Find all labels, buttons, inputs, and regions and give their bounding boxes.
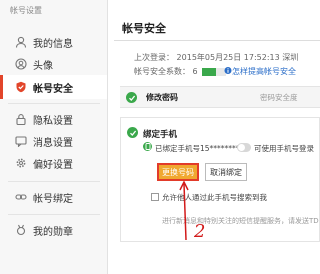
- sidebar-item-label: 消息设置: [33, 137, 73, 149]
- security-value: 6: [192, 67, 198, 76]
- medal-icon: [14, 224, 27, 237]
- sidebar: 帐号设置 我的信息 头像 帐号安全 隐私设置 消息设置 偏好设置 帐号绑定 我的…: [0, 0, 108, 274]
- allow-search-label: 允许他人通过此手机号搜索到我: [162, 193, 267, 202]
- main-panel: 帐号安全 上次登录： 2015年05月25日 17:52:13 深圳 帐号安全系…: [114, 0, 320, 274]
- sidebar-item-account-security[interactable]: 帐号安全: [0, 75, 107, 99]
- last-login-label: 上次登录：: [134, 53, 174, 62]
- password-strength-label: 密码安全度: [260, 93, 298, 102]
- sidebar-item-label: 我的勋章: [33, 226, 73, 238]
- gear-icon: [14, 157, 27, 170]
- person-icon: [14, 36, 27, 49]
- sidebar-item-avatar[interactable]: 头像: [0, 52, 107, 76]
- sidebar-divider: [8, 181, 100, 182]
- security-level-bar: [202, 68, 226, 76]
- avatar-icon: [14, 58, 27, 71]
- info-icon: [224, 66, 232, 75]
- bound-phone-number: 已绑定手机号15********: [155, 144, 240, 153]
- sidebar-item-label: 头像: [33, 60, 53, 72]
- page-title: 帐号安全: [122, 22, 166, 35]
- change-password-row[interactable]: 修改密码 密码安全度: [120, 86, 320, 108]
- security-level-fill: [202, 68, 217, 76]
- sidebar-item-label: 隐私设置: [33, 115, 73, 127]
- bind-phone-section: 绑定手机 已绑定手机号15******** 可使用手机号登录 更换号码 取消绑定…: [120, 117, 320, 242]
- sidebar-item-label: 偏好设置: [33, 159, 73, 171]
- sidebar-item-account-binding[interactable]: 帐号绑定: [0, 185, 107, 209]
- security-score: 帐号安全系数： 6: [134, 66, 198, 77]
- phone-login-toggle-label: 可使用手机号登录: [254, 144, 314, 153]
- bind-phone-label: 绑定手机: [143, 130, 178, 140]
- unbind-phone-button[interactable]: 取消绑定: [205, 163, 247, 181]
- security-label: 帐号安全系数：: [134, 67, 190, 76]
- link-icon: [14, 191, 27, 204]
- sidebar-item-label: 我的信息: [33, 38, 73, 50]
- shield-icon: [14, 81, 27, 94]
- sidebar-item-preferences[interactable]: 偏好设置: [0, 151, 107, 175]
- check-icon: [126, 92, 137, 103]
- phone-icon: [143, 142, 152, 151]
- last-login-value: 2015年05月25日 17:52:13 深圳: [176, 53, 299, 62]
- sms-hint: 进行新消息和特别关注的短信提醒服务，请发送TD: [162, 217, 319, 225]
- message-icon: [14, 135, 27, 148]
- change-number-button[interactable]: 更换号码: [157, 163, 199, 181]
- sidebar-divider: [8, 103, 100, 104]
- last-login: 上次登录： 2015年05月25日 17:52:13 深圳: [134, 52, 298, 63]
- sidebar-item-messages[interactable]: 消息设置: [0, 129, 107, 153]
- annotation-step-number: 2: [194, 221, 206, 242]
- sidebar-item-my-info[interactable]: 我的信息: [0, 30, 107, 54]
- phone-login-toggle[interactable]: [237, 143, 251, 152]
- change-password-label: 修改密码: [146, 93, 178, 102]
- sidebar-item-label: 帐号安全: [33, 83, 73, 95]
- improve-security-link[interactable]: 怎样提高帐号安全: [232, 66, 296, 77]
- lock-icon: [14, 113, 27, 126]
- sidebar-header: 帐号设置: [10, 6, 42, 15]
- title-divider: [114, 40, 320, 41]
- sidebar-divider: [8, 214, 100, 215]
- allow-search-checkbox[interactable]: [151, 193, 159, 201]
- sidebar-item-label: 帐号绑定: [33, 193, 73, 205]
- sidebar-item-medals[interactable]: 我的勋章: [0, 218, 107, 242]
- check-icon: [127, 127, 138, 138]
- sidebar-item-privacy[interactable]: 隐私设置: [0, 107, 107, 131]
